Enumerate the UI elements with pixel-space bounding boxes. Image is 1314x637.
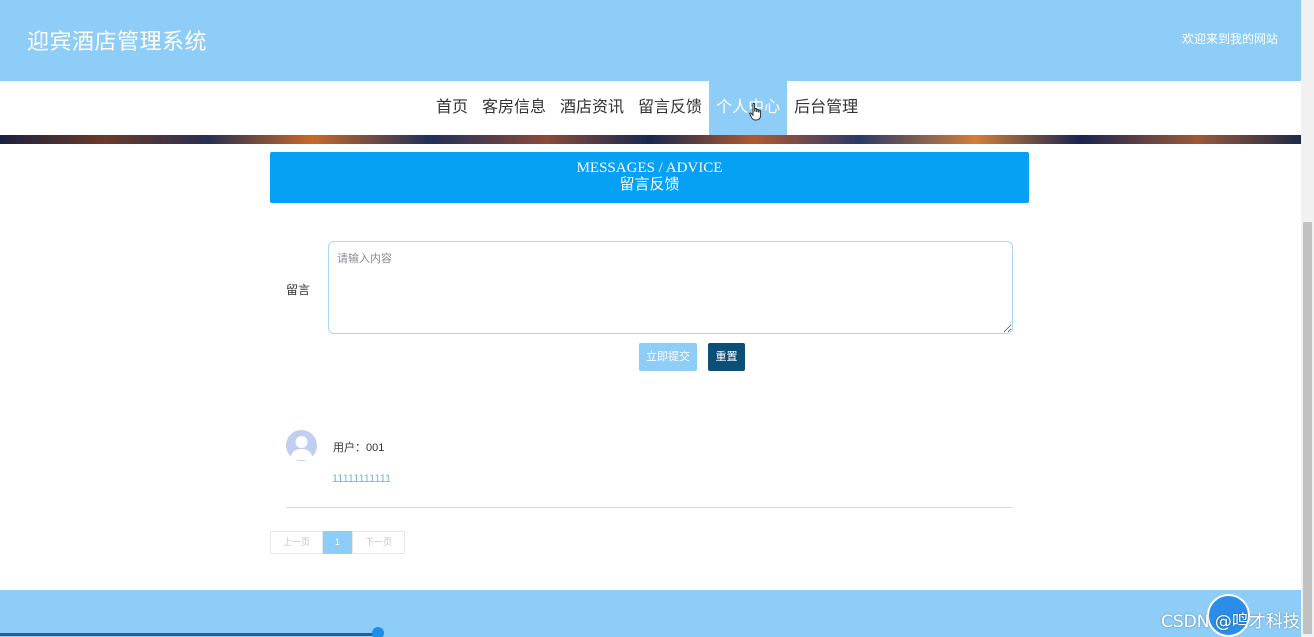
page: 迎宾酒店管理系统 欢迎来到我的网站 首页 客房信息 酒店资讯 留言反馈 个人中心… xyxy=(0,0,1314,637)
main-nav: 首页 客房信息 酒店资讯 留言反馈 个人中心 后台管理 xyxy=(0,81,1301,135)
header: 迎宾酒店管理系统 欢迎来到我的网站 xyxy=(0,0,1301,81)
section-heading: MESSAGES / ADVICE 留言反馈 xyxy=(270,152,1029,203)
footer-progress-bar xyxy=(0,633,378,636)
nav-item-home[interactable]: 首页 xyxy=(429,81,475,135)
watermark-text: CSDN @鸣才科技 xyxy=(1161,612,1300,632)
section-title-cn: 留言反馈 xyxy=(619,176,680,193)
nav-item-admin[interactable]: 后台管理 xyxy=(787,81,865,135)
nav-item-profile-label: 个人中心 xyxy=(716,99,781,116)
comment-username: 用户：001 xyxy=(333,442,385,454)
prev-page-button[interactable]: 上一页 xyxy=(270,531,323,554)
footer xyxy=(0,590,1301,637)
nav-item-profile[interactable]: 个人中心 xyxy=(709,81,788,135)
reset-button[interactable]: 重置 xyxy=(708,343,745,371)
nav-item-feedback[interactable]: 留言反馈 xyxy=(631,81,709,135)
scrollbar-thumb[interactable] xyxy=(1303,222,1312,634)
nav-item-news[interactable]: 酒店资讯 xyxy=(553,81,631,135)
nav-item-rooms[interactable]: 客房信息 xyxy=(475,81,553,135)
next-page-button[interactable]: 下一页 xyxy=(352,531,405,554)
submit-button[interactable]: 立即提交 xyxy=(639,343,697,371)
pagination: 上一页 1 下一页 xyxy=(270,531,405,554)
nav-items: 首页 客房信息 酒店资讯 留言反馈 个人中心 后台管理 xyxy=(429,81,865,135)
footer-progress-knob[interactable] xyxy=(372,627,384,637)
hand-cursor-icon xyxy=(749,103,762,121)
user-avatar-icon xyxy=(286,430,317,461)
message-textarea[interactable] xyxy=(328,241,1013,334)
comment-content: 11111111111 xyxy=(332,473,392,485)
section-title-en: MESSAGES / ADVICE xyxy=(576,160,723,176)
page-number-button[interactable]: 1 xyxy=(323,531,352,554)
site-title[interactable]: 迎宾酒店管理系统 xyxy=(27,24,207,56)
welcome-text: 欢迎来到我的网站 xyxy=(1181,32,1278,46)
message-label: 留言 xyxy=(286,283,311,297)
comment-divider xyxy=(286,507,1013,508)
banner-image-strip xyxy=(0,135,1301,144)
